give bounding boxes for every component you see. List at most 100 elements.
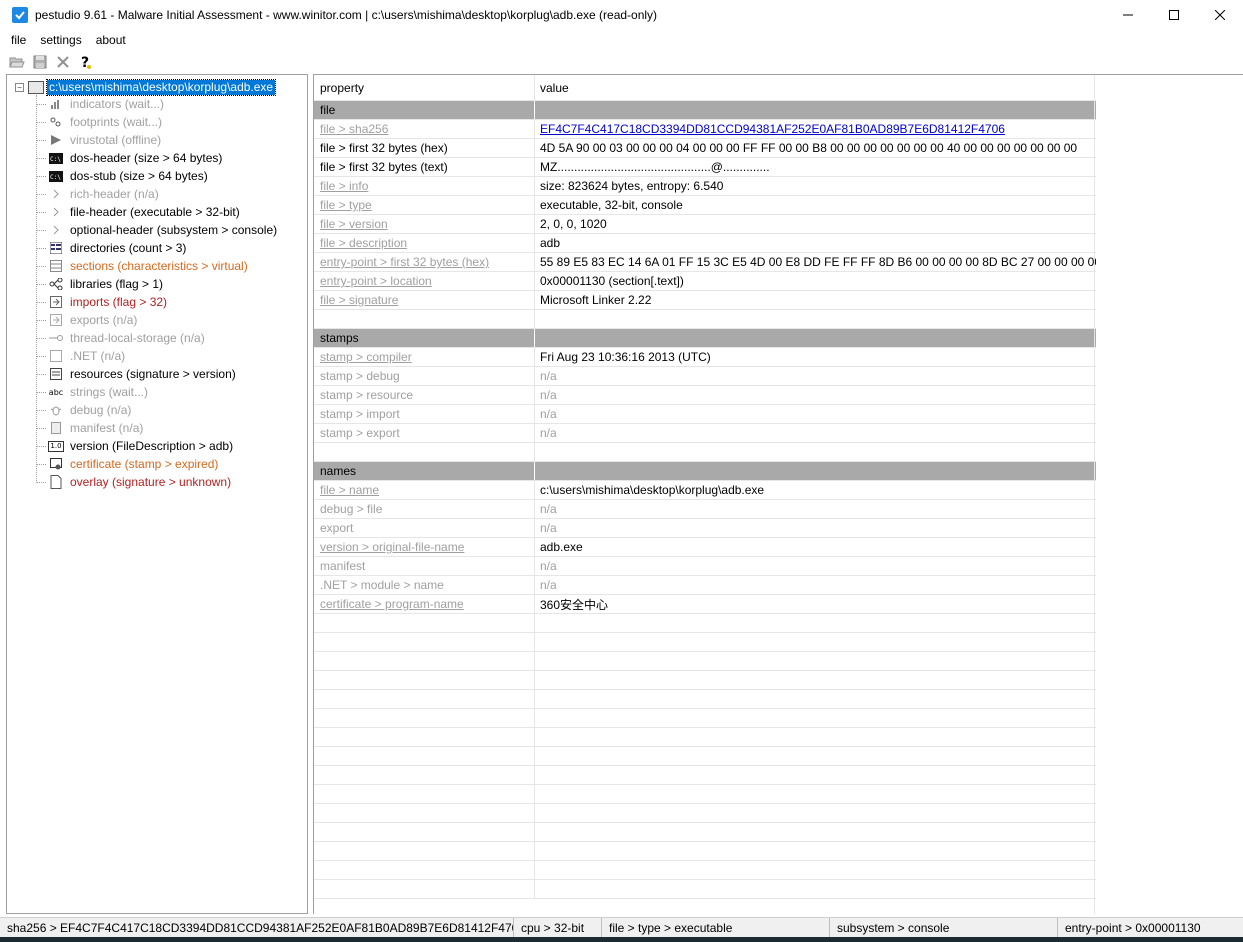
tree-item-label[interactable]: indicators (wait...) [70,97,164,111]
window-title: pestudio 9.61 - Malware Initial Assessme… [35,8,658,22]
property-name[interactable]: file > signature [320,293,398,307]
grid-row[interactable]: file > version 2, 0, 0, 1020 [314,215,1096,234]
close-window-button[interactable] [1197,0,1243,30]
tree-item-label[interactable]: file-header (executable > 32-bit) [70,205,240,219]
tree-item-label[interactable]: libraries (flag > 1) [70,277,163,291]
save-button[interactable] [31,54,48,71]
grid-row[interactable]: file > first 32 bytes (hex) 4D 5A 90 00 0… [314,139,1096,158]
minimize-icon [1123,14,1133,16]
tree-item[interactable]: rich-header (n/a) [36,185,159,203]
tree-item[interactable]: manifest (n/a) [36,419,143,437]
tree-item[interactable]: overlay (signature > unknown) [36,473,231,491]
grid-row[interactable]: stamp > import n/a [314,405,1096,424]
value-cell: n/a [535,557,1096,575]
property-name[interactable]: file > sha256 [320,122,388,136]
property-name[interactable]: file > info [320,179,368,193]
grid-row[interactable]: version > original-file-name adb.exe [314,538,1096,557]
tree-item-label[interactable]: virustotal (offline) [70,133,161,147]
column-header-value[interactable]: value [535,75,1096,100]
grid-row[interactable]: file > info size: 823624 bytes, entropy: … [314,177,1096,196]
tree-item-label[interactable]: optional-header (subsystem > console) [70,223,277,237]
tree-item[interactable]: .NET (n/a) [36,347,125,365]
tree-root-label[interactable]: c:\users\mishima\desktop\korplug\adb.exe [45,78,277,96]
sha256-link[interactable]: EF4C7F4C417C18CD3394DD81CCD94381AF252E0A… [540,122,1005,136]
tree-item[interactable]: virustotal (offline) [36,131,161,149]
status-cpu: cpu > 32-bit [514,917,602,938]
tree-item-label[interactable]: exports (n/a) [70,313,137,327]
tree-item[interactable]: C:\ dos-stub (size > 64 bytes) [36,167,208,185]
tree-item-label[interactable]: certificate (stamp > expired) [70,457,218,471]
tree-item-label[interactable]: rich-header (n/a) [70,187,159,201]
grid-row[interactable]: entry-point > location 0x00001130 (sectio… [314,272,1096,291]
grid-row[interactable]: export n/a [314,519,1096,538]
tree-item[interactable]: certificate (stamp > expired) [36,455,218,473]
tree-item-label[interactable]: footprints (wait...) [70,115,162,129]
tree-item[interactable]: directories (count > 3) [36,239,186,257]
menu-about[interactable]: about [89,33,133,47]
tree-item-label[interactable]: strings (wait...) [70,385,148,399]
tree-item-label[interactable]: overlay (signature > unknown) [70,475,231,489]
tree-item[interactable]: C:\ dos-header (size > 64 bytes) [36,149,222,167]
tree-item-label[interactable]: manifest (n/a) [70,421,143,435]
open-button[interactable] [8,54,25,71]
grid-row[interactable]: certificate > program-name 360安全中心 [314,595,1096,614]
grid-row[interactable]: stamp > debug n/a [314,367,1096,386]
grid-row[interactable]: file > sha256 EF4C7F4C417C18CD3394DD81CCD… [314,120,1096,139]
property-name[interactable]: file > description [320,236,407,250]
minimize-button[interactable] [1105,0,1151,30]
collapse-icon[interactable]: − [15,82,24,92]
tree-item[interactable]: exports (n/a) [36,311,137,329]
tree-item[interactable]: optional-header (subsystem > console) [36,221,277,239]
column-header-property[interactable]: property [314,75,535,100]
grid-row[interactable]: file > name c:\users\mishima\desktop\korp… [314,481,1096,500]
grid-row[interactable]: file > description adb [314,234,1096,253]
tree-item[interactable]: debug (n/a) [36,401,131,419]
tree-item-label[interactable]: directories (count > 3) [70,241,186,255]
tree-item-label[interactable]: dos-header (size > 64 bytes) [70,151,222,165]
tree-item[interactable]: 1.0 version (FileDescription > adb) [36,437,233,455]
property-name[interactable]: entry-point > first 32 bytes (hex) [320,255,489,269]
property-name[interactable]: file > version [320,217,388,231]
tree-item-label[interactable]: debug (n/a) [70,403,131,417]
tree-item-label[interactable]: .NET (n/a) [70,349,125,363]
tree-item[interactable]: resources (signature > version) [36,365,236,383]
tree-item-label[interactable]: sections (characteristics > virtual) [70,259,248,273]
tree-item-label[interactable]: imports (flag > 32) [70,295,167,309]
property-name[interactable]: version > original-file-name [320,540,464,554]
property-name[interactable]: file > type [320,198,372,212]
maximize-button[interactable] [1151,0,1197,30]
grid-row[interactable]: file > first 32 bytes (text) MZ..........… [314,158,1096,177]
property-name[interactable]: stamp > compiler [320,350,412,364]
grid-row[interactable]: file > signature Microsoft Linker 2.22 [314,291,1096,310]
grid-row[interactable]: stamp > resource n/a [314,386,1096,405]
grid-row[interactable]: stamp > export n/a [314,424,1096,443]
tree-item[interactable]: file-header (executable > 32-bit) [36,203,240,221]
menu-file[interactable]: file [0,33,33,47]
property-name[interactable]: entry-point > location [320,274,432,288]
tree-item[interactable]: sections (characteristics > virtual) [36,257,248,275]
grid-row[interactable]: manifest n/a [314,557,1096,576]
tree-item[interactable]: thread-local-storage (n/a) [36,329,205,347]
grid-row[interactable]: .NET > module > name n/a [314,576,1096,595]
tree-item[interactable]: imports (flag > 32) [36,293,167,311]
tree-item[interactable]: indicators (wait...) [36,95,164,113]
tree-item[interactable]: libraries (flag > 1) [36,275,163,293]
tree-item-label[interactable]: dos-stub (size > 64 bytes) [70,169,208,183]
tree-item-label[interactable]: resources (signature > version) [70,367,236,381]
tree-item-label[interactable]: version (FileDescription > adb) [70,439,233,453]
menu-settings[interactable]: settings [33,33,88,47]
grid-row[interactable]: file > type executable, 32-bit, console [314,196,1096,215]
help-button[interactable]: ? [77,54,94,71]
tree-connector [36,337,46,339]
tree-item[interactable]: abc strings (wait...) [36,383,148,401]
tree-item[interactable]: footprints (wait...) [36,113,162,131]
grid-row[interactable]: debug > file n/a [314,500,1096,519]
value-cell: c:\users\mishima\desktop\korplug\adb.exe [535,481,1096,499]
property-name[interactable]: certificate > program-name [320,597,464,611]
tree-item-label[interactable]: thread-local-storage (n/a) [70,331,205,345]
tree-root[interactable]: − c:\users\mishima\desktop\korplug\adb.e… [15,78,277,96]
grid-row[interactable]: stamp > compiler Fri Aug 23 10:36:16 2013… [314,348,1096,367]
grid-row[interactable]: entry-point > first 32 bytes (hex) 55 89 … [314,253,1096,272]
property-name[interactable]: file > name [320,483,379,497]
close-file-button[interactable] [54,54,71,71]
